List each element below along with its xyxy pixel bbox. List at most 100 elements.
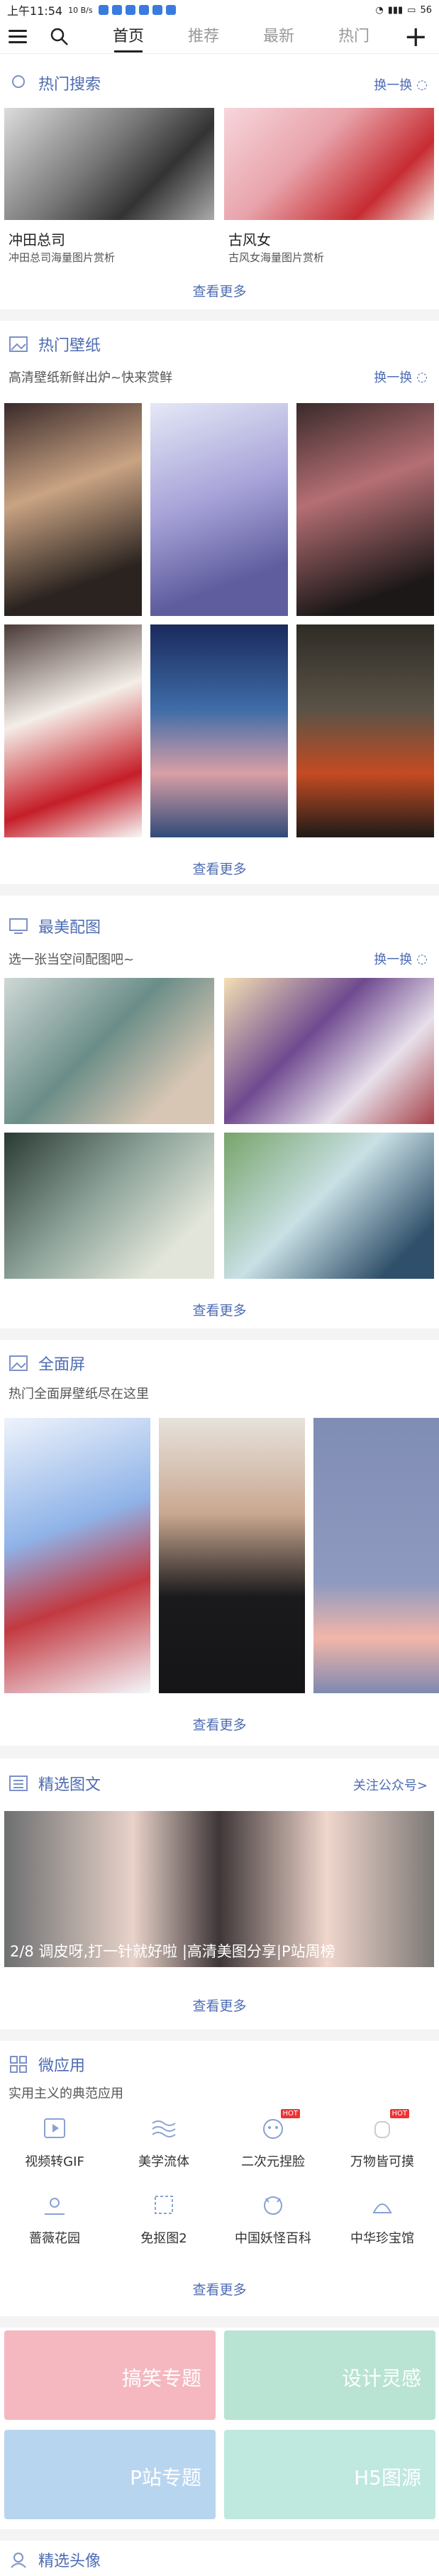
refresh-label: 换一换 xyxy=(374,952,413,967)
tab-hot[interactable]: 热门 xyxy=(316,20,391,54)
micro-apps-section: 微应用 实用主义的典范应用 视频转GIF 美学流体 HOT 二次元捏脸 HOT 万物… xyxy=(0,2041,439,2316)
app-video-gif[interactable]: 视频转GIF xyxy=(0,2116,109,2170)
item-subtitle: 冲田总司海量图片赏析 xyxy=(9,251,116,264)
grid-icon xyxy=(10,2056,27,2073)
section-subtitle: 选一张当空间配图吧~ xyxy=(9,952,135,967)
section-title: 全面屏 xyxy=(38,1356,86,1374)
menu-icon[interactable] xyxy=(9,20,33,54)
wallpaper-image[interactable] xyxy=(4,624,142,837)
avatar-section: 精选头像 xyxy=(0,2541,439,2576)
item-title[interactable]: 冲田总司 xyxy=(9,229,65,249)
fullscreen-image[interactable] xyxy=(4,1418,150,1693)
search-icon[interactable] xyxy=(50,27,70,47)
hot-search-section: 热门搜索 换一换 ◌ 冲田总司 冲田总司海量图片赏析 古风女 古风女海量图片赏析… xyxy=(0,54,439,309)
app-flower[interactable]: 蔷薇花园 xyxy=(0,2193,109,2247)
view-more-link[interactable]: 查看更多 xyxy=(0,2279,439,2299)
avatar-header: 精选头像 xyxy=(9,2549,101,2570)
search-circle-icon xyxy=(12,75,25,88)
best-pair-header: 最美配图 xyxy=(9,915,101,937)
refresh-label: 换一换 xyxy=(374,370,413,385)
wallpaper-image[interactable] xyxy=(150,403,288,616)
fullscreen-image[interactable] xyxy=(159,1418,305,1693)
section-title: 精选图文 xyxy=(38,1776,101,1794)
wallpaper-image[interactable] xyxy=(4,403,142,616)
promo-h5[interactable]: H5图源 xyxy=(224,2430,435,2519)
wallpaper-image[interactable] xyxy=(150,624,288,837)
promo-pixiv[interactable]: P站专题 xyxy=(4,2430,216,2519)
section-title: 微应用 xyxy=(38,2057,86,2075)
image-icon xyxy=(9,1355,28,1371)
monster-icon xyxy=(259,2193,287,2218)
promo-funny[interactable]: 搞笑专题 xyxy=(4,2330,216,2420)
app-cutout[interactable]: 免抠图2 xyxy=(109,2193,218,2247)
pair-image[interactable] xyxy=(224,978,434,1124)
hot-badge: HOT xyxy=(389,2109,409,2118)
view-more-link[interactable]: 查看更多 xyxy=(0,1300,439,1319)
monitor-icon xyxy=(9,918,28,934)
tab-latest[interactable]: 最新 xyxy=(241,20,316,54)
wallpaper-image[interactable] xyxy=(296,624,434,837)
status-bar: 上午11:54 10 B/s ◔ ▮▮▮ ▭ 56 xyxy=(0,0,439,20)
app-label: 视频转GIF xyxy=(25,2154,84,2169)
best-pair-section: 最美配图 选一张当空间配图吧~ 换一换 ◌ 查看更多 xyxy=(0,896,439,1328)
okita-image[interactable] xyxy=(4,108,214,220)
wallpaper-image[interactable] xyxy=(296,403,434,616)
app-treasure[interactable]: 中华珍宝馆 xyxy=(328,2193,437,2247)
section-subtitle: 实用主义的典范应用 xyxy=(9,2086,123,2101)
hand-icon: HOT xyxy=(368,2109,409,2142)
hot-badge: HOT xyxy=(280,2109,300,2118)
avatar-icon xyxy=(11,2553,26,2568)
refresh-button[interactable]: 换一换 ◌ xyxy=(374,368,428,386)
fullscreen-image[interactable] xyxy=(313,1418,439,1693)
face-icon: HOT xyxy=(259,2109,300,2142)
ancient-girl-image[interactable] xyxy=(224,108,434,220)
promo-label: H5图源 xyxy=(354,2466,421,2489)
app-label: 万物皆可摸 xyxy=(350,2154,414,2169)
pair-image[interactable] xyxy=(4,1133,214,1279)
section-title: 精选头像 xyxy=(38,2553,101,2570)
fullscreen-section: 全面屏 热门全面屏壁纸尽在这里 查看更多 xyxy=(0,1340,439,1746)
pair-image[interactable] xyxy=(4,978,214,1124)
section-title: 热门搜索 xyxy=(38,76,101,94)
refresh-button[interactable]: 换一换 ◌ xyxy=(374,75,428,94)
hot-wallpaper-header: 热门壁纸 xyxy=(9,334,101,355)
add-icon[interactable]: + xyxy=(404,20,428,54)
status-time: 上午11:54 xyxy=(7,4,63,18)
featured-section: 精选图文 关注公众号> 2/8 调皮呀,打一针就好啦 |高清美图分享|P站周榜 … xyxy=(0,1758,439,2030)
app-label: 中国妖怪百科 xyxy=(235,2231,311,2246)
promo-label: P站专题 xyxy=(130,2466,201,2489)
app-fluid[interactable]: 美学流体 xyxy=(109,2116,218,2170)
section-subtitle: 热门全面屏壁纸尽在这里 xyxy=(9,1387,149,1402)
refresh-label: 换一换 xyxy=(374,78,413,93)
fullscreen-header: 全面屏 xyxy=(9,1353,85,1374)
promo-section: 搞笑专题 设计灵感 P站专题 H5图源 xyxy=(0,2328,439,2529)
micro-apps-header: 微应用 xyxy=(9,2054,85,2075)
view-more-link[interactable]: 查看更多 xyxy=(0,281,439,300)
view-more-link[interactable]: 查看更多 xyxy=(0,859,439,878)
refresh-icon: ◌ xyxy=(416,369,428,385)
view-more-link[interactable]: 查看更多 xyxy=(0,1996,439,2015)
promo-design[interactable]: 设计灵感 xyxy=(224,2330,435,2420)
notification-icons xyxy=(98,5,176,15)
wifi-icon: ◔ xyxy=(375,4,384,16)
app-label: 二次元捏脸 xyxy=(241,2154,305,2169)
item-title[interactable]: 古风女 xyxy=(228,229,271,249)
refresh-button[interactable]: 换一换 ◌ xyxy=(374,950,428,968)
app-monster[interactable]: 中国妖怪百科 xyxy=(218,2193,328,2247)
status-right: ◔ ▮▮▮ ▭ 56 xyxy=(375,5,432,16)
featured-banner[interactable]: 2/8 调皮呀,打一针就好啦 |高清美图分享|P站周榜 xyxy=(4,1811,434,1967)
battery-level: 56 xyxy=(420,4,432,16)
app-label: 美学流体 xyxy=(138,2154,189,2169)
follow-official-link[interactable]: 关注公众号> xyxy=(353,1776,428,1794)
tab-home[interactable]: 首页 xyxy=(91,20,166,54)
hot-wallpaper-section: 热门壁纸 高清壁纸新鲜出炉~快来赏鲜 换一换 ◌ 查看更多 xyxy=(0,321,439,884)
pair-image[interactable] xyxy=(224,1133,434,1279)
tab-recommend[interactable]: 推荐 xyxy=(166,20,241,54)
item-subtitle: 古风女海量图片赏析 xyxy=(228,251,325,264)
featured-header: 精选图文 xyxy=(9,1773,101,1794)
app-face[interactable]: HOT 二次元捏脸 xyxy=(218,2109,328,2170)
section-title: 热门壁纸 xyxy=(38,337,101,355)
app-hand[interactable]: HOT 万物皆可摸 xyxy=(328,2109,437,2170)
hot-search-header: 热门搜索 xyxy=(9,72,101,94)
view-more-link[interactable]: 查看更多 xyxy=(0,1714,439,1734)
